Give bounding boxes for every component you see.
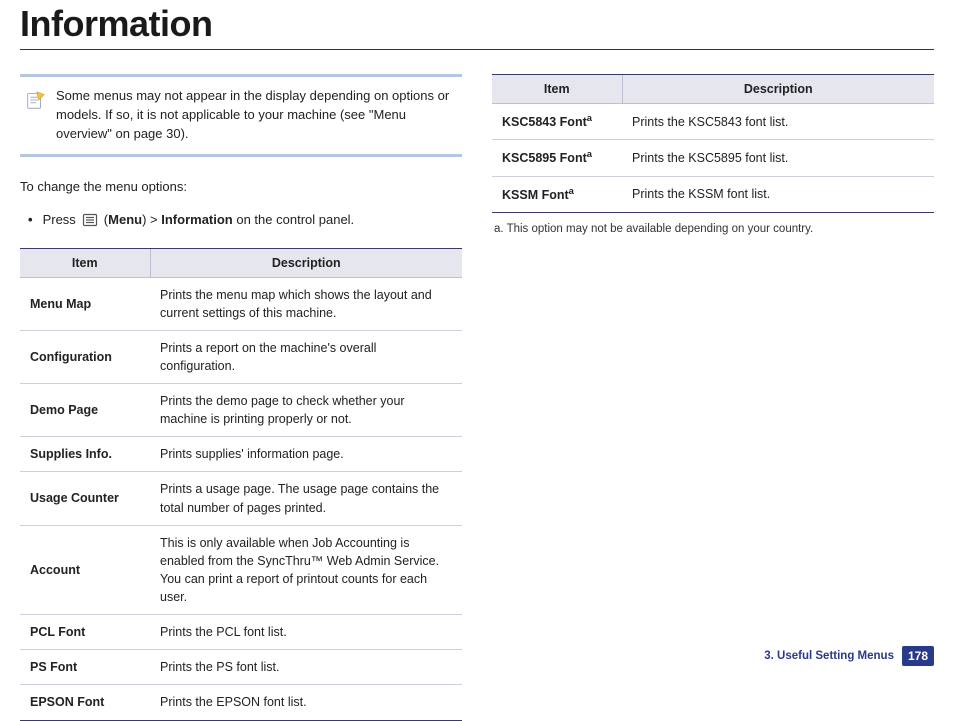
cell-desc: Prints a usage page. The usage page cont… — [150, 472, 462, 525]
th-desc: Description — [622, 75, 934, 104]
cell-item: EPSON Font — [20, 685, 150, 720]
item-text: KSC5843 Font — [502, 115, 587, 129]
page-title: Information — [20, 3, 934, 45]
cell-item: Usage Counter — [20, 472, 150, 525]
superscript: a — [587, 149, 592, 159]
table-row: Demo PagePrints the demo page to check w… — [20, 384, 462, 437]
right-column: Item Description KSC5843 Fonta Prints th… — [492, 74, 934, 721]
step-menu-wrap: (Menu) > Information on the control pane… — [104, 212, 354, 227]
cell-desc: Prints a report on the machine's overall… — [150, 330, 462, 383]
right-info-table: Item Description KSC5843 Fonta Prints th… — [492, 74, 934, 213]
superscript: a — [569, 186, 574, 196]
note-text: Some menus may not appear in the display… — [56, 87, 452, 144]
menu-icon — [82, 212, 98, 228]
step-menu-label: Menu — [108, 212, 142, 227]
title-divider — [20, 49, 934, 50]
footnote: a. This option may not be available depe… — [494, 223, 934, 235]
table-row: Usage CounterPrints a usage page. The us… — [20, 472, 462, 525]
note-icon — [24, 89, 46, 111]
table-row: EPSON FontPrints the EPSON font list. — [20, 685, 462, 720]
table-row: ConfigurationPrints a report on the mach… — [20, 330, 462, 383]
item-text: KSSM Font — [502, 188, 569, 202]
left-info-table: Item Description Menu MapPrints the menu… — [20, 248, 462, 721]
cell-item: KSSM Fonta — [492, 176, 622, 212]
table-row: Supplies Info.Prints supplies' informati… — [20, 437, 462, 472]
note-callout: Some menus may not appear in the display… — [20, 74, 462, 157]
table-row: KSC5895 Fonta Prints the KSC5895 font li… — [492, 140, 934, 176]
cell-item: Demo Page — [20, 384, 150, 437]
item-text: KSC5895 Font — [502, 151, 587, 165]
table-row: PCL FontPrints the PCL font list. — [20, 615, 462, 650]
content-columns: Some menus may not appear in the display… — [20, 74, 934, 721]
bullet-icon: • — [28, 212, 33, 227]
left-column: Some menus may not appear in the display… — [20, 74, 462, 721]
table-row: Menu MapPrints the menu map which shows … — [20, 277, 462, 330]
cell-item: Account — [20, 525, 150, 615]
cell-item: Supplies Info. — [20, 437, 150, 472]
table-header-row: Item Description — [20, 248, 462, 277]
th-item: Item — [492, 75, 622, 104]
cell-desc: Prints the KSC5895 font list. — [622, 140, 934, 176]
navigation-step: • Press (Menu) > Information on the cont… — [28, 212, 462, 228]
cell-item: PCL Font — [20, 615, 150, 650]
cell-desc: Prints supplies' information page. — [150, 437, 462, 472]
cell-desc: Prints the PS font list. — [150, 650, 462, 685]
chapter-label: 3. Useful Setting Menus — [764, 650, 894, 662]
page-number: 178 — [902, 646, 934, 666]
page-footer: 3. Useful Setting Menus 178 — [764, 646, 934, 666]
cell-desc: Prints the KSC5843 font list. — [622, 104, 934, 140]
cell-item: Configuration — [20, 330, 150, 383]
cell-desc: Prints the menu map which shows the layo… — [150, 277, 462, 330]
table-row: KSSM Fonta Prints the KSSM font list. — [492, 176, 934, 212]
table-row: KSC5843 Fonta Prints the KSC5843 font li… — [492, 104, 934, 140]
th-desc: Description — [150, 248, 462, 277]
table-row: PS FontPrints the PS font list. — [20, 650, 462, 685]
cell-desc: Prints the KSSM font list. — [622, 176, 934, 212]
cell-desc: Prints the PCL font list. — [150, 615, 462, 650]
step-prefix: Press — [43, 212, 76, 227]
table-row: AccountThis is only available when Job A… — [20, 525, 462, 615]
table-header-row: Item Description — [492, 75, 934, 104]
cell-item: KSC5843 Fonta — [492, 104, 622, 140]
cell-desc: Prints the demo page to check whether yo… — [150, 384, 462, 437]
cell-desc: Prints the EPSON font list. — [150, 685, 462, 720]
cell-item: KSC5895 Fonta — [492, 140, 622, 176]
th-item: Item — [20, 248, 150, 277]
cell-item: PS Font — [20, 650, 150, 685]
step-mid: ) > — [142, 212, 161, 227]
cell-desc: This is only available when Job Accounti… — [150, 525, 462, 615]
step-info-label: Information — [161, 212, 233, 227]
cell-item: Menu Map — [20, 277, 150, 330]
intro-text: To change the menu options: — [20, 179, 462, 194]
step-suffix: on the control panel. — [233, 212, 354, 227]
superscript: a — [587, 113, 592, 123]
